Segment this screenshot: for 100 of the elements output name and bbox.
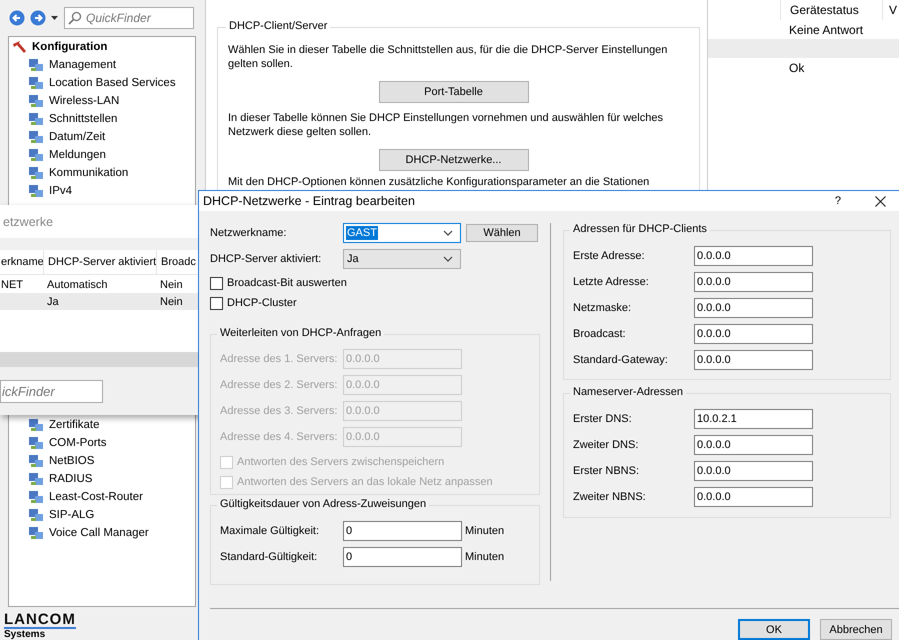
node-icon [28, 110, 44, 127]
back-icon [9, 10, 25, 26]
field-label: Zweiter DNS: [573, 439, 640, 451]
group-title: DHCP-Client/Server [226, 20, 330, 32]
checkbox-label: DHCP-Cluster [227, 297, 297, 309]
table-cell-text: NET [0, 278, 24, 290]
tree-item[interactable]: RADIUS [9, 470, 195, 488]
field-label: Standard-Gültigkeit: [220, 551, 318, 564]
table-cell: Keine Antwort [789, 22, 864, 36]
input-field[interactable]: 0.0.0.0 [694, 298, 813, 318]
action-button[interactable]: Port-Tabelle [378, 81, 528, 103]
combo-box[interactable]: GAST [343, 223, 461, 243]
close-button[interactable] [875, 196, 886, 206]
field-label: DHCP-Server aktiviert: [210, 253, 322, 265]
node-icon [28, 488, 44, 505]
column-header[interactable]: V [883, 0, 899, 20]
history-dropdown[interactable] [51, 16, 58, 20]
tree-item[interactable]: COM-Ports [9, 434, 195, 452]
field-label: Broadcast: [573, 328, 627, 340]
tree-item[interactable]: NetBIOS [9, 452, 195, 470]
node-icon [28, 74, 44, 91]
unit-label: Minuten [465, 525, 504, 538]
field-label: Standard-Gateway: [573, 354, 669, 366]
tree-item[interactable]: Location Based Services [9, 74, 195, 92]
tree-item[interactable]: Datum/Zeit [9, 128, 195, 146]
field-label: Erste Adresse: [573, 250, 646, 262]
tree-item[interactable]: Konfiguration [9, 38, 195, 56]
input-field[interactable]: 0 [343, 547, 462, 568]
tree-item[interactable]: IPv4 [9, 182, 195, 200]
action-button[interactable]: DHCP-Netzwerke... [378, 149, 528, 171]
input-field[interactable]: 0.0.0.0 [694, 487, 813, 507]
logo-text: LANCOM [4, 612, 76, 629]
table-cell-text: Automatisch [46, 278, 109, 290]
group-title: Gültigkeitsdauer von Adress-Zuweisungen [217, 498, 430, 510]
node-icon [28, 146, 44, 163]
checkbox[interactable] [210, 276, 223, 290]
table-cell-text: Nein [159, 278, 184, 290]
search-icon [68, 10, 82, 25]
tree-item[interactable]: Zertifikate [9, 416, 195, 434]
table-cell-text: Ja [46, 296, 60, 308]
field-label: Adresse des 2. Servers: [220, 379, 338, 391]
checkbox-label: Broadcast-Bit auswerten [227, 277, 347, 289]
input-field[interactable]: 0.0.0.0 [694, 435, 813, 455]
caret-icon [51, 16, 58, 20]
node-icon [28, 452, 44, 469]
back-button[interactable] [9, 10, 25, 26]
input-field[interactable]: 10.0.2.1 [694, 409, 813, 429]
node-icon [28, 56, 44, 73]
field-label: Erster NBNS: [573, 465, 640, 477]
field-label: Letzte Adresse: [573, 276, 650, 288]
column-header[interactable]: DHCP-Server aktiviert [43, 250, 156, 274]
tree-item[interactable]: SIP-ALG [9, 506, 195, 524]
description-text: Mit den DHCP-Optionen können zusätzliche Konfigurationsparameter an die Stationen [228, 175, 650, 189]
input-field[interactable]: 0.0.0.0 [694, 272, 813, 292]
column-header[interactable]: erkname [0, 250, 43, 274]
close-icon [875, 196, 886, 206]
column-header[interactable]: Gerätestatus [780, 0, 883, 20]
input-field[interactable]: 0.0.0.0 [694, 350, 813, 370]
input-field[interactable]: 0.0.0.0 [694, 461, 813, 481]
chevron-icon [443, 230, 453, 236]
tree-item[interactable]: Management [9, 56, 195, 74]
node-icon [28, 470, 44, 487]
group-title: Adressen für DHCP-Clients [570, 223, 710, 235]
choose-button[interactable]: Wählen [466, 224, 538, 242]
tree-item[interactable]: Schnittstellen [9, 110, 195, 128]
help-button[interactable]: ? [834, 195, 841, 207]
window-title: DHCP-Netzwerke - Eintrag bearbeiten [203, 194, 416, 208]
tool-icon [11, 38, 27, 55]
table-cell: Ok [789, 60, 804, 74]
chevron-icon [443, 256, 453, 262]
tree-item[interactable]: Meldungen [9, 146, 195, 164]
input-field[interactable]: 0 [343, 521, 462, 542]
description-text: Wählen Sie in dieser Tabelle die Schnittstellen aus, für die die DHCP-Server Einstellungen gelten sollen. [228, 43, 668, 71]
tree-item[interactable]: Wireless-LAN [9, 92, 195, 110]
field-label: Zweiter NBNS: [573, 491, 647, 503]
quickfinder-field[interactable]: ickFinder [0, 380, 103, 403]
checkbox[interactable] [210, 296, 223, 310]
tree-item[interactable]: Kommunikation [9, 164, 195, 182]
node-icon [28, 128, 44, 145]
tree-item[interactable]: Voice Call Manager [9, 524, 195, 542]
field-label: Adresse des 1. Servers: [220, 353, 338, 365]
field-label: Maximale Gültigkeit: [220, 525, 320, 538]
field-label: Netzmaske: [573, 302, 632, 314]
dropdown[interactable]: Ja [343, 249, 461, 269]
input-field[interactable]: 0.0.0.0 [694, 246, 813, 266]
forward-button[interactable] [30, 10, 46, 26]
tree-item[interactable]: Least-Cost-Router [9, 488, 195, 506]
field-label: Erster DNS: [573, 413, 633, 425]
logo-tagline: Systems [4, 630, 46, 640]
quickfinder-field[interactable]: QuickFinder [64, 6, 194, 29]
group-title: Nameserver-Adressen [570, 386, 686, 398]
checkbox-label: Antworten des Servers an das lokale Netz anpassen [237, 476, 493, 488]
unit-label: Minuten [465, 551, 504, 564]
cancel-button[interactable]: Abbrechen [820, 619, 892, 640]
node-icon [28, 506, 44, 523]
input-field[interactable]: 0.0.0.0 [694, 324, 813, 344]
field-label: Adresse des 4. Servers: [220, 431, 338, 443]
ok-button[interactable]: OK [738, 619, 810, 640]
node-icon [28, 524, 44, 541]
field-label: Adresse des 3. Servers: [220, 405, 338, 417]
